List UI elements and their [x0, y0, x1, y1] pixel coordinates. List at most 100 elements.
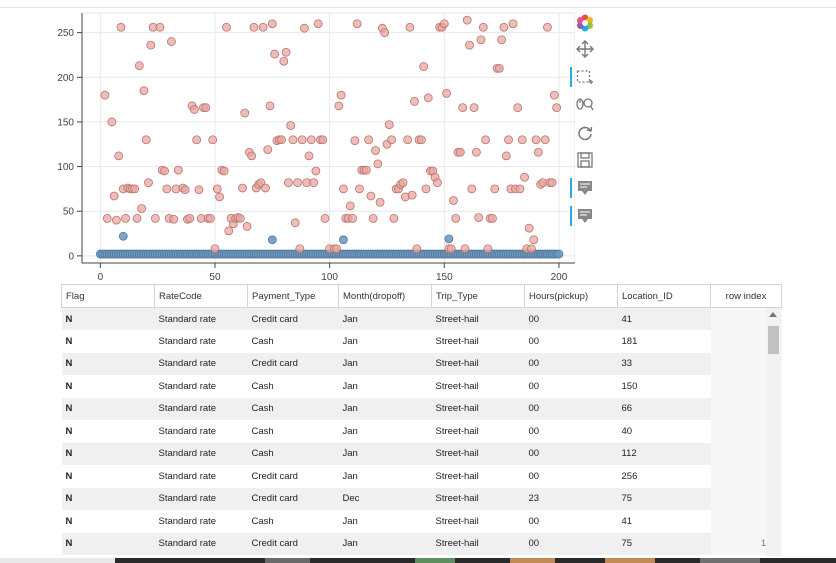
scatter-point-red [139, 86, 149, 96]
scatter-plot[interactable]: 0 50 100 150 200 0 50 100 150 200 250 [55, 8, 575, 283]
y-tick-label: 50 [63, 207, 75, 218]
plot-toolbar [570, 10, 602, 235]
column-header-ratecode[interactable]: RateCode [154, 284, 248, 308]
cell-flag: N [61, 352, 155, 375]
hover-icon[interactable] [570, 177, 596, 199]
table-row[interactable]: N Standard rate Credit card Jan Street-hail 0… [61, 465, 782, 488]
table-scrollbar[interactable] [766, 308, 781, 556]
cell-flag: N [61, 375, 155, 398]
bokeh-logo-icon[interactable] [574, 12, 596, 34]
scatter-point-red [194, 185, 204, 195]
column-header-flag[interactable]: Flag [61, 284, 155, 308]
scatter-point-red [277, 135, 286, 145]
scatter-point-red [497, 35, 507, 45]
cell-trip-type: Street-hail [431, 465, 525, 488]
box-zoom-icon[interactable] [570, 66, 596, 88]
y-tick-label: 200 [57, 73, 74, 84]
cell-location-id: 150 [617, 375, 711, 398]
table-row[interactable]: N Standard rate Credit card Jan Street-hail 0… [61, 532, 782, 555]
scatter-point-red [355, 184, 364, 194]
scatter-point-red [520, 172, 529, 182]
table-row[interactable]: NStandard rateCashJanStreet-hail001126 [61, 442, 782, 465]
scatter-point-red [313, 19, 323, 29]
scatter-point-red [219, 166, 229, 176]
column-header-payment-type[interactable]: Payment_Type [247, 284, 339, 308]
cell-month-dropoff: Jan [338, 307, 432, 330]
scatter-point-red [481, 135, 490, 145]
scatter-point-red [361, 165, 371, 175]
scatter-point-red [270, 49, 280, 59]
scatter-point-red [114, 151, 124, 161]
cell-location-id: 181 [617, 330, 711, 353]
scatter-point-red [146, 40, 156, 50]
reset-icon[interactable] [574, 122, 596, 144]
cell-flag: N [61, 487, 155, 510]
scatter-point-blue [267, 235, 277, 245]
save-icon[interactable] [574, 149, 596, 171]
scatter-point-red [352, 19, 362, 29]
column-header-location-id[interactable]: Location_ID [617, 284, 711, 308]
cell-location-id: 33 [617, 352, 711, 375]
table-row[interactable]: NStandard rateCashJanStreet-hail00405 [61, 420, 782, 443]
scatter-point-red [169, 214, 179, 224]
scroll-up-icon[interactable] [769, 312, 777, 317]
scatter-point-red [173, 165, 183, 175]
scatter-point-red [442, 88, 451, 98]
cell-flag: N [61, 510, 155, 533]
scatter-point-red [533, 147, 543, 157]
scatter-point-red [499, 22, 509, 32]
scatter-point-red [407, 190, 417, 200]
scatter-point-red [144, 178, 153, 188]
column-header-hours-pickup[interactable]: Hours(pickup) [524, 284, 618, 308]
cell-ratecode: Standard rate [154, 532, 248, 555]
scatter-point-red [451, 213, 461, 223]
scatter-point-red [141, 135, 151, 145]
scatter-point-red [288, 135, 298, 145]
scatter-point-red [423, 93, 433, 103]
scatter-point-red [465, 40, 474, 50]
table-row[interactable]: N Standard rate Credit card Jan Street-hail 0… [61, 307, 782, 330]
pan-icon[interactable] [574, 38, 596, 60]
cell-hours-pickup: 00 [524, 465, 618, 488]
cell-ratecode: Standard rate [154, 510, 248, 533]
column-header-month-dropoff[interactable]: Month(dropoff) [338, 284, 432, 308]
scatter-point-red [111, 215, 121, 225]
scatter-point-red [192, 135, 202, 145]
column-header-row-index[interactable]: row index [710, 284, 782, 308]
cell-location-id: 256 [617, 465, 711, 488]
table-row[interactable]: NStandard rateCashJanStreet-hail001811 [61, 330, 782, 353]
table-row[interactable]: NStandard rateCashJanStreet-hail00664 [61, 397, 782, 420]
scatter-point-red [283, 178, 293, 188]
table-row[interactable]: N Standard rate Credit card Jan Street-hail 0… [61, 352, 782, 375]
scatter-point-red [529, 235, 539, 245]
scatter-point-red [137, 204, 147, 213]
scatter-point-red [513, 103, 523, 113]
scroll-thumb[interactable] [768, 326, 779, 354]
cell-trip-type: Street-hail [431, 510, 525, 533]
table-row[interactable]: NStandard rateCashJanStreet-hail00419 [61, 510, 782, 533]
scatter-point-red [410, 96, 419, 106]
scatter-point-red [524, 223, 534, 233]
cell-ratecode: Standard rate [154, 307, 248, 330]
cell-month-dropoff: Jan [338, 420, 432, 443]
cell-payment-type: Credit card [247, 352, 339, 375]
cell-month-dropoff: Jan [338, 397, 432, 420]
hover-icon-2[interactable] [570, 205, 596, 227]
scatter-point-red [334, 101, 344, 111]
cell-month-dropoff: Jan [338, 375, 432, 398]
scatter-point-red [281, 47, 291, 57]
scatter-point-red [279, 56, 289, 66]
cell-trip-type: Street-hail [431, 375, 525, 398]
scatter-point-red [504, 135, 513, 145]
scatter-point-red [348, 213, 357, 223]
table-row[interactable]: N Standard rate Credit card Dec Street-hail 2… [61, 487, 782, 510]
column-header-trip-type[interactable]: Trip_Type [431, 284, 525, 308]
scatter-point-red [403, 135, 413, 145]
cell-month-dropoff: Jan [338, 510, 432, 533]
scatter-point-red [107, 117, 117, 127]
scatter-point-red [458, 103, 468, 113]
cell-ratecode: Standard rate [154, 330, 248, 353]
wheel-zoom-icon[interactable] [574, 94, 596, 116]
scatter-point-red [547, 178, 557, 188]
table-row[interactable]: NStandard rateCashJanStreet-hail001503 [61, 375, 782, 398]
